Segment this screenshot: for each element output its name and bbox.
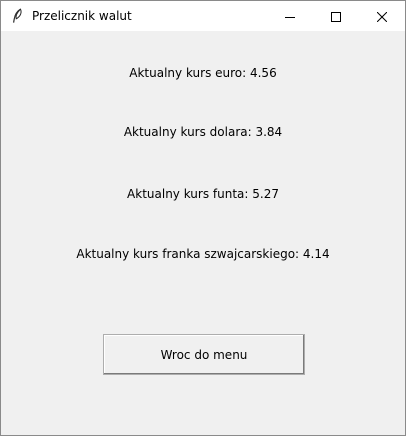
client-area: Aktualny kurs euro: 4.56 Aktualny kurs d… [1,31,405,435]
app-window: Przelicznik walut Aktualny kurs euro: 4.… [0,0,406,436]
maximize-icon [331,7,341,26]
minimize-icon [285,7,295,26]
feather-icon [10,8,24,24]
title-bar[interactable]: Przelicznik walut [1,1,405,31]
close-button[interactable] [359,1,405,31]
euro-rate-label: Aktualny kurs euro: 4.56 [129,66,277,80]
close-icon [376,7,388,26]
dollar-rate-label: Aktualny kurs dolara: 3.84 [123,125,283,139]
maximize-button[interactable] [313,1,359,31]
franc-rate-label: Aktualny kurs franka szwajcarskiego: 4.1… [76,247,330,261]
window-title: Przelicznik walut [32,9,132,23]
back-to-menu-label: Wroc do menu [160,347,248,362]
back-to-menu-button[interactable]: Wroc do menu [103,334,305,375]
minimize-button[interactable] [267,1,313,31]
pound-rate-label: Aktualny kurs funta: 5.27 [127,187,279,201]
